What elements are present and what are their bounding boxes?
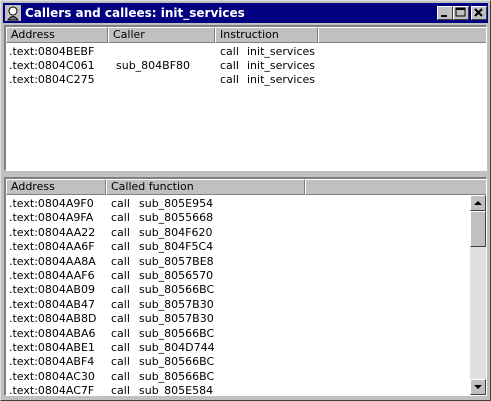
callee-address: .text:0804ABA6 xyxy=(9,326,96,340)
callee-address: .text:0804ABE1 xyxy=(9,341,95,354)
callee-target: sub_80566BC xyxy=(139,369,215,383)
column-header-address[interactable]: Address xyxy=(6,179,106,195)
callee-address: .text:0804ABF4 xyxy=(9,355,95,369)
scroll-down-button[interactable] xyxy=(470,379,486,395)
callee-target: sub_8057B30 xyxy=(139,297,214,311)
app-icon xyxy=(5,5,21,21)
callee-target: sub_8057BE8 xyxy=(139,254,214,268)
callee-address: .text:0804AA8A xyxy=(9,254,96,268)
callee-target: sub_8055668 xyxy=(139,211,214,225)
close-icon xyxy=(474,8,483,17)
callee-target: sub_8057B30 xyxy=(139,312,214,326)
caller-name: sub_804BF80 xyxy=(116,59,191,72)
column-header-called-function[interactable]: Called function xyxy=(106,179,305,195)
arrow-up-icon xyxy=(474,201,482,205)
callee-op: call xyxy=(111,369,130,383)
callee-op: call xyxy=(111,312,130,326)
callee-address: .text:0804AC7F xyxy=(9,384,95,396)
caller-target: init_services xyxy=(247,59,316,72)
close-button[interactable] xyxy=(471,6,487,20)
callee-op: call xyxy=(111,297,130,311)
callee-target: sub_804D744 xyxy=(139,341,215,354)
callee-target: sub_805E954 xyxy=(139,197,214,210)
callee-op: call xyxy=(111,254,130,268)
maximize-button[interactable] xyxy=(453,6,469,20)
callee-target: sub_80566BC xyxy=(139,355,215,369)
caller-target: init_services xyxy=(247,73,316,86)
callee-op: call xyxy=(111,326,130,340)
caller-op: call xyxy=(220,73,239,86)
callee-address: .text:0804A9F0 xyxy=(9,197,94,210)
callee-address: .text:0804AB47 xyxy=(9,297,95,311)
callee-address: .text:0804AB8D xyxy=(9,312,97,326)
vertical-scrollbar[interactable] xyxy=(470,195,486,395)
callee-address: .text:0804AC30 xyxy=(9,369,95,383)
callees-list[interactable]: Address Called function .text:0804A9F0 ca… xyxy=(4,177,487,396)
minimize-button[interactable] xyxy=(437,6,453,20)
callee-op: call xyxy=(111,197,130,210)
callers-callees-window: Callers and callees: init_services Addre… xyxy=(0,0,491,401)
callee-op: call xyxy=(111,211,130,225)
column-header-blank xyxy=(318,27,486,43)
title-bar[interactable]: Callers and callees: init_services xyxy=(3,3,488,23)
caller-target: init_services xyxy=(247,45,316,58)
column-header-caller[interactable]: Caller xyxy=(108,27,215,43)
callee-address: .text:0804AAF6 xyxy=(9,269,95,282)
callee-address: .text:0804AA22 xyxy=(9,225,96,239)
callee-op: call xyxy=(111,240,130,254)
callee-target: sub_805E584 xyxy=(139,384,214,396)
minimize-icon xyxy=(441,15,447,17)
caller-op: call xyxy=(220,59,239,72)
callee-target: sub_804F620 xyxy=(139,225,213,239)
callee-op: call xyxy=(111,355,130,369)
callee-address: .text:0804A9FA xyxy=(9,211,94,225)
caller-op: call xyxy=(220,45,239,58)
callee-op: call xyxy=(111,341,130,354)
callee-op: call xyxy=(111,225,130,239)
arrow-down-icon xyxy=(474,385,482,389)
column-header-blank xyxy=(305,179,486,195)
caller-address: .text:0804C275 xyxy=(9,73,95,86)
column-header-instruction[interactable]: Instruction xyxy=(215,27,318,43)
callee-target: sub_80566BC xyxy=(139,283,215,297)
callee-address: .text:0804AB09 xyxy=(9,283,95,297)
caller-address: .text:0804C061 xyxy=(9,59,95,72)
scroll-up-button[interactable] xyxy=(470,195,486,211)
scroll-thumb[interactable] xyxy=(470,211,486,247)
callee-target: sub_80566BC xyxy=(139,326,215,340)
callee-target: sub_8056570 xyxy=(139,269,214,282)
callee-address: .text:0804AA6F xyxy=(9,240,95,254)
window-title: Callers and callees: init_services xyxy=(25,6,245,20)
caller-address: .text:0804BEBF xyxy=(9,45,95,58)
maximize-icon xyxy=(455,7,466,17)
callee-op: call xyxy=(111,283,130,297)
column-header-address[interactable]: Address xyxy=(6,27,108,43)
callee-op: call xyxy=(111,384,130,396)
callers-list[interactable]: Address Caller Instruction .text:0804BEB… xyxy=(4,25,487,171)
callee-target: sub_804F5C4 xyxy=(139,240,214,254)
callee-op: call xyxy=(111,269,130,282)
